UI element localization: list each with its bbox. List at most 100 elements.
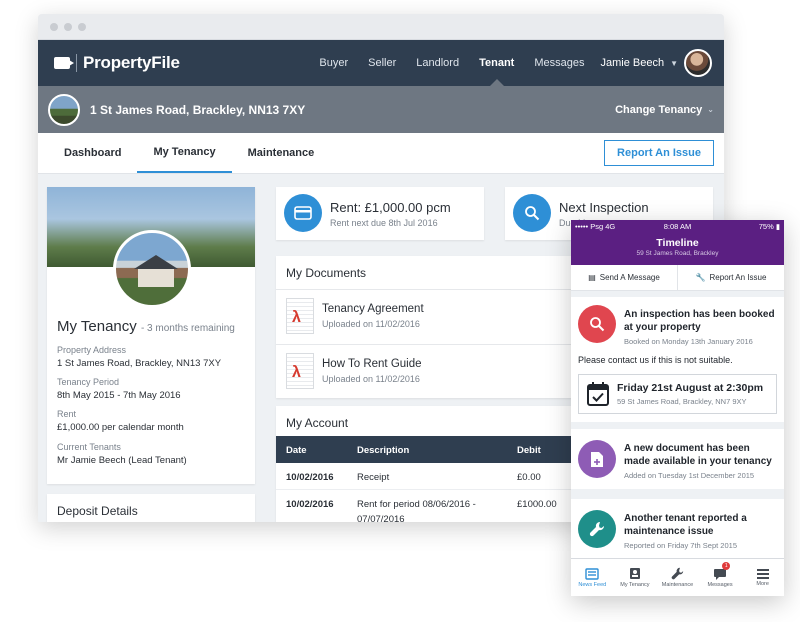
mobile-subtitle: 59 St James Road, Brackley — [636, 250, 719, 257]
tab-maintenance[interactable]: Maintenance — [232, 133, 331, 173]
sub-tabs: Dashboard My Tenancy Maintenance Report … — [38, 133, 724, 174]
wrench-icon — [578, 510, 616, 548]
brand-name: PropertyFile — [83, 53, 180, 72]
menu-icon — [756, 568, 769, 579]
tab-my-tenancy[interactable]: My Tenancy — [137, 133, 232, 173]
document-date: Uploaded on 11/02/2016 — [322, 374, 420, 384]
event-title: Friday 21st August at 2:30pm — [617, 382, 764, 394]
mobile-app: ••••• Psg 4G 8:08 AM 75% ▮ Timeline 59 S… — [571, 220, 784, 596]
rent-subtitle: Rent next due 8th Jul 2016 — [330, 218, 438, 228]
mobile-report-issue-button[interactable]: 🔧 Report An Issue — [677, 265, 784, 290]
tenancy-title: My Tenancy - 3 months remaining — [57, 318, 235, 335]
feed-item-inspection[interactable]: An inspection has been booked at your pr… — [571, 297, 784, 422]
nav-buyer[interactable]: Buyer — [309, 40, 358, 86]
top-navigation: PropertyFile Buyer Seller Landlord Tenan… — [38, 40, 724, 86]
newspaper-icon — [585, 567, 599, 580]
avatar[interactable] — [684, 49, 712, 77]
tab-more[interactable]: More — [741, 559, 784, 596]
tenancy-title-text: My Tenancy — [57, 318, 137, 335]
nav-tenant[interactable]: Tenant — [469, 40, 524, 86]
rent-title: Rent: £1,000.00 pcm — [330, 200, 451, 215]
event-address: 59 St James Road, Brackley, NN7 9XY — [617, 397, 747, 406]
field-label-tenants: Current Tenants — [57, 442, 121, 452]
status-time: 8:08 AM — [663, 222, 692, 231]
messages-badge: 1 — [722, 562, 731, 570]
cell-date: 10/02/2016 — [286, 472, 334, 483]
tab-label: My Tenancy — [620, 582, 650, 588]
field-value-tenants: Mr Jamie Beech (Lead Tenant) — [57, 455, 187, 466]
feed-date: Reported on Friday 7th Sept 2015 — [624, 541, 737, 550]
tab-label: Maintenance — [661, 582, 694, 588]
mobile-header: Timeline 59 St James Road, Brackley — [571, 233, 784, 265]
brand-logo[interactable]: PropertyFile — [54, 53, 180, 73]
house-body-shape — [138, 269, 174, 287]
tab-my-tenancy-mobile[interactable]: My Tenancy — [614, 559, 657, 596]
tab-news-feed[interactable]: News Feed — [571, 559, 614, 596]
wrench-icon — [671, 567, 684, 580]
cell-debit: £0.00 — [517, 472, 541, 483]
field-value-period: 8th May 2015 - 7th May 2016 — [57, 390, 181, 401]
nav-links: Buyer Seller Landlord Tenant Messages Ja… — [309, 40, 712, 86]
search-icon — [513, 194, 551, 232]
deposit-card[interactable]: Deposit Details — [47, 494, 255, 522]
inspection-title: Next Inspection — [559, 200, 649, 215]
cell-description: Receipt — [357, 472, 390, 483]
field-value-address: 1 St James Road, Brackley, NN13 7XY — [57, 358, 222, 369]
change-tenancy-label: Change Tenancy — [615, 103, 703, 116]
feed-date: Booked on Monday 13th January 2016 — [624, 337, 753, 346]
nav-messages[interactable]: Messages — [524, 40, 594, 86]
chat-icon: ▤ — [588, 273, 596, 282]
chevron-down-icon: ⌄ — [707, 105, 714, 114]
battery-label: 75% — [758, 222, 774, 231]
event-details[interactable]: Friday 21st August at 2:30pm 59 St James… — [578, 374, 777, 414]
user-menu[interactable]: Jamie Beech ▼ — [600, 49, 712, 77]
document-name[interactable]: Tenancy Agreement — [322, 303, 424, 315]
tenancy-card: My Tenancy - 3 months remaining Property… — [47, 187, 255, 484]
window-dot-close[interactable] — [50, 22, 58, 31]
rent-card[interactable]: Rent: £1,000.00 pcm Rent next due 8th Ju… — [276, 187, 484, 240]
feed-item-document[interactable]: A new document has been made available i… — [571, 429, 784, 489]
feed-title: An inspection has been booked at your pr… — [624, 309, 775, 333]
tab-label: Messages — [707, 581, 733, 588]
tab-dashboard[interactable]: Dashboard — [48, 133, 137, 173]
nav-seller[interactable]: Seller — [358, 40, 406, 86]
field-label-period: Tenancy Period — [57, 377, 120, 387]
nav-landlord[interactable]: Landlord — [406, 40, 469, 86]
credit-card-icon — [284, 194, 322, 232]
carrier-label: Psg 4G — [590, 222, 616, 231]
cell-debit: £1000.00 — [517, 499, 557, 510]
change-tenancy-dropdown[interactable]: Change Tenancy ⌄ — [615, 104, 714, 116]
feed-title: Another tenant reported a maintenance is… — [624, 513, 747, 537]
window-dot-maximize[interactable] — [78, 22, 86, 31]
field-value-rent: £1,000.00 per calendar month — [57, 422, 184, 433]
account-title: My Account — [286, 416, 349, 430]
send-message-button[interactable]: ▤ Send A Message — [571, 265, 677, 290]
tab-maintenance-mobile[interactable]: Maintenance — [656, 559, 699, 596]
property-address: 1 St James Road, Brackley, NN13 7XY — [90, 102, 306, 117]
column-description[interactable]: Description — [357, 445, 409, 456]
tab-label: News Feed — [578, 581, 607, 588]
wrench-icon: 🔧 — [695, 273, 706, 282]
column-date[interactable]: Date — [286, 445, 307, 456]
window-dot-minimize[interactable] — [64, 22, 72, 31]
battery-icon: ▮ — [773, 222, 780, 231]
tab-messages-mobile[interactable]: 1 Messages — [699, 559, 742, 596]
browser-chrome — [38, 14, 724, 40]
tenancy-remaining: - 3 months remaining — [140, 323, 235, 334]
field-label-address: Property Address — [57, 345, 127, 355]
pdf-icon: λ — [286, 353, 314, 389]
camera-icon — [54, 57, 74, 69]
mobile-actions: ▤ Send A Message 🔧 Report An Issue — [571, 265, 784, 291]
send-message-label: Send A Message — [599, 273, 660, 282]
property-bar: 1 St James Road, Brackley, NN13 7XY Chan… — [38, 86, 724, 133]
property-photo — [113, 230, 191, 308]
status-bar: ••••• Psg 4G 8:08 AM 75% ▮ — [571, 220, 784, 233]
cell-date: 10/02/2016 — [286, 499, 334, 510]
timeline-feed: An inspection has been booked at your pr… — [571, 291, 784, 558]
column-debit[interactable]: Debit — [517, 445, 541, 456]
document-name[interactable]: How To Rent Guide — [322, 358, 422, 370]
feed-item-maintenance[interactable]: Another tenant reported a maintenance is… — [571, 499, 784, 558]
logo-divider — [76, 54, 77, 72]
calendar-check-icon — [587, 382, 609, 406]
report-issue-button[interactable]: Report An Issue — [604, 140, 714, 166]
